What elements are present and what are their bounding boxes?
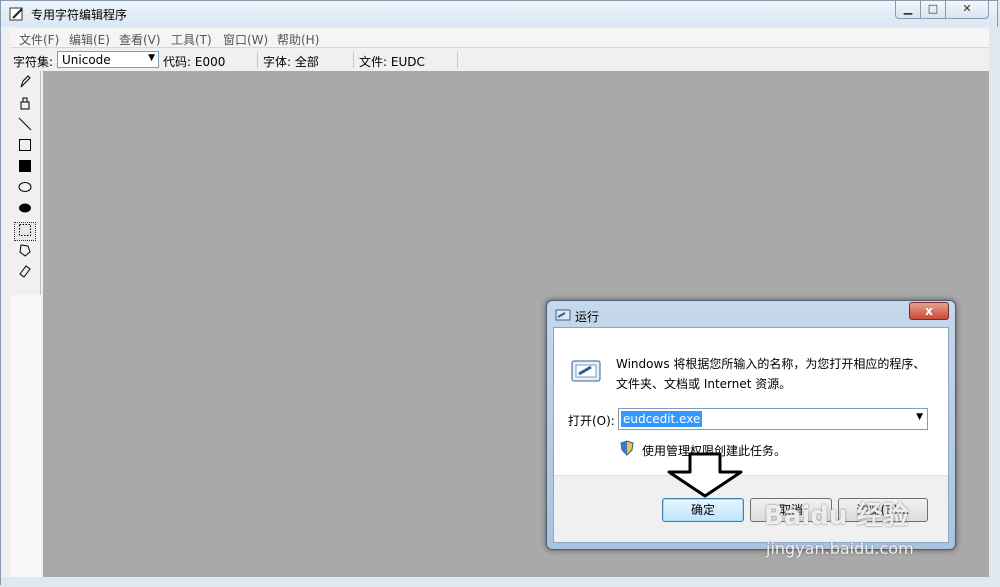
hollow-ellipse-icon[interactable] bbox=[14, 180, 36, 199]
chevron-down-icon[interactable]: ▼ bbox=[916, 412, 923, 422]
charset-select[interactable]: Unicode ▼ bbox=[57, 51, 159, 68]
dialog-close-button[interactable]: x bbox=[909, 302, 949, 320]
menu-bar: 文件(F) 编辑(E) 查看(V) 工具(T) 窗口(W) 帮助(H) bbox=[11, 29, 989, 48]
menu-edit[interactable]: 编辑(E) bbox=[69, 31, 110, 48]
browse-button[interactable]: 浏览(B)... bbox=[838, 498, 928, 522]
app-icon bbox=[9, 6, 25, 22]
menu-help[interactable]: 帮助(H) bbox=[277, 31, 319, 48]
drawing-tools-panel bbox=[11, 71, 41, 295]
cancel-button[interactable]: 取消 bbox=[750, 498, 832, 522]
pencil-icon[interactable] bbox=[14, 75, 36, 94]
uac-shield-icon bbox=[620, 440, 634, 456]
filled-rectangle-icon[interactable] bbox=[14, 159, 36, 178]
charset-value: Unicode bbox=[62, 53, 111, 67]
file-label: 文件: EUDC bbox=[359, 55, 425, 69]
chevron-down-icon: ▼ bbox=[148, 53, 155, 63]
menu-view[interactable]: 查看(V) bbox=[119, 31, 161, 48]
run-program-icon bbox=[570, 358, 602, 384]
hollow-rectangle-icon[interactable] bbox=[14, 138, 36, 157]
charset-label: 字符集: bbox=[13, 55, 54, 69]
brush-icon[interactable] bbox=[14, 96, 36, 115]
rect-select-icon[interactable] bbox=[14, 222, 36, 241]
menu-window[interactable]: 窗口(W) bbox=[223, 31, 268, 48]
code-label: 代码: E000 bbox=[163, 55, 226, 69]
open-label: 打开(O): bbox=[568, 414, 615, 428]
toolbar-divider bbox=[457, 52, 458, 68]
window-right-border bbox=[989, 27, 999, 586]
window-bottom-border bbox=[1, 577, 999, 586]
open-input-value: eudcedit.exe bbox=[621, 411, 703, 427]
filled-ellipse-icon[interactable] bbox=[14, 201, 36, 220]
down-arrow-annotation-icon bbox=[665, 452, 745, 498]
menu-tools[interactable]: 工具(T) bbox=[171, 31, 212, 48]
toolbar: 字符集: Unicode ▼ 代码: E000 字体: 全部 文件: EUDC bbox=[11, 50, 989, 70]
ok-button[interactable]: 确定 bbox=[662, 498, 744, 522]
close-button[interactable]: ✕ bbox=[945, 1, 989, 19]
window-title: 专用字符编辑程序 bbox=[31, 8, 128, 22]
font-label: 字体: 全部 bbox=[263, 55, 319, 69]
title-bar[interactable]: 专用字符编辑程序 ▁ □ ✕ bbox=[1, 1, 997, 27]
line-icon[interactable] bbox=[14, 117, 36, 136]
eraser-icon[interactable] bbox=[14, 264, 36, 283]
run-title-icon bbox=[555, 308, 571, 322]
menu-file[interactable]: 文件(F) bbox=[19, 31, 59, 48]
freeform-select-icon[interactable] bbox=[14, 243, 36, 262]
left-margin bbox=[11, 295, 41, 577]
minimize-button[interactable]: ▁ bbox=[895, 1, 921, 19]
toolbar-divider bbox=[257, 52, 258, 68]
dialog-body: Windows 将根据您所输入的名称，为您打开相应的程序、文件夹、文档或 Int… bbox=[553, 327, 949, 543]
dialog-title: 运行 bbox=[575, 310, 600, 324]
run-dialog: 运行 x Windows 将根据您所输入的名称，为您打开相应的程序、文件夹、文档… bbox=[546, 300, 956, 550]
open-input[interactable]: eudcedit.exe ▼ bbox=[618, 408, 928, 430]
toolbar-divider bbox=[353, 52, 354, 68]
maximize-button[interactable]: □ bbox=[920, 1, 946, 19]
dialog-description: Windows 将根据您所输入的名称，为您打开相应的程序、文件夹、文档或 Int… bbox=[616, 357, 926, 391]
